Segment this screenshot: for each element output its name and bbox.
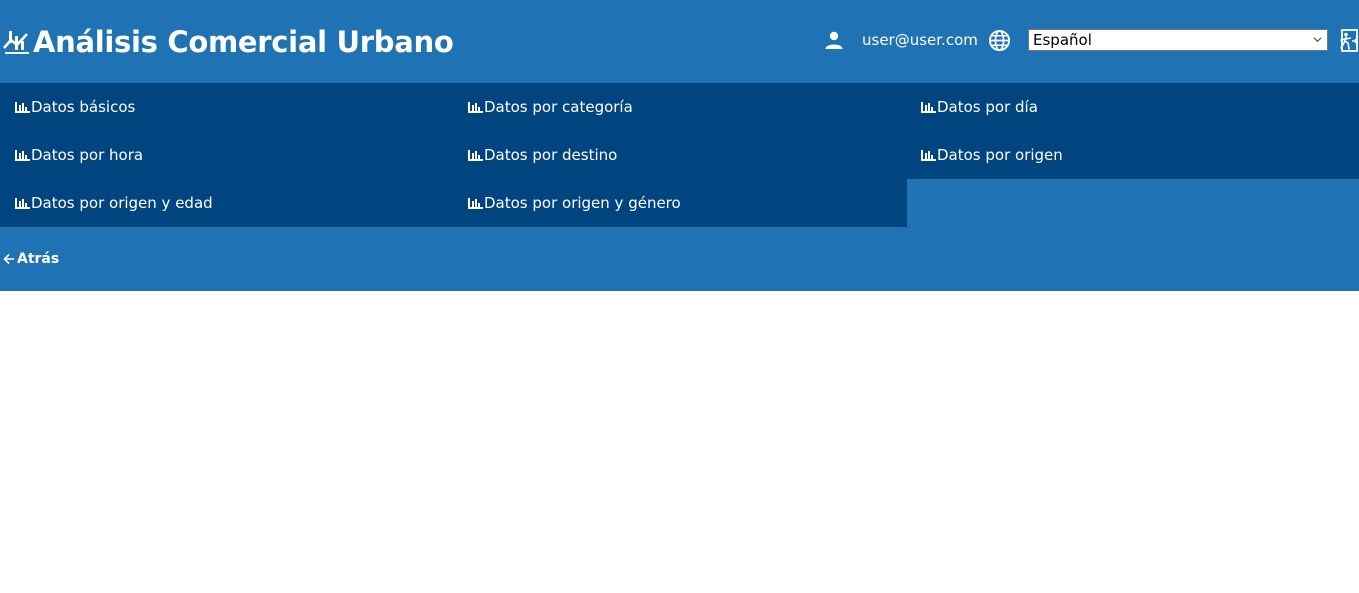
app-title: Análisis Comercial Urbano [33, 25, 454, 59]
bar-chart-icon [15, 198, 30, 209]
menu-item-label: Datos por origen y edad [31, 194, 213, 212]
top-header: Análisis Comercial Urbano user@user.com … [0, 0, 1359, 83]
menu-item-datos-por-origen-y-genero[interactable]: Datos por origen y género [453, 179, 907, 227]
menu-item-label: Datos por hora [31, 146, 144, 164]
menu-grid: Datos básicos Datos por categoría Datos … [0, 83, 1359, 227]
chevron-down-icon [1313, 37, 1322, 43]
language-select[interactable]: Español [1028, 29, 1328, 51]
bar-chart-icon [468, 150, 483, 161]
back-label: Atrás [17, 251, 60, 267]
content-area [0, 291, 1359, 593]
menu-item-label: Datos por destino [484, 146, 618, 164]
menu-item-label: Datos por origen y género [484, 194, 681, 212]
menu-item-label: Datos por origen [937, 146, 1063, 164]
menu-item-datos-por-categoria[interactable]: Datos por categoría [453, 83, 906, 131]
globe-icon [988, 29, 1011, 52]
bar-chart-icon [921, 102, 936, 113]
back-link[interactable]: Atrás [3, 251, 59, 267]
analytics-icon [3, 31, 29, 54]
menu-item-label: Datos por día [937, 98, 1038, 116]
arrow-left-icon [3, 253, 14, 265]
menu-item-label: Datos básicos [31, 98, 136, 116]
menu-item-datos-por-dia[interactable]: Datos por día [906, 83, 1359, 131]
menu-item-label: Datos por categoría [484, 98, 633, 116]
bar-chart-icon [468, 102, 483, 113]
menu-item-datos-por-origen-y-edad[interactable]: Datos por origen y edad [0, 179, 453, 227]
back-bar: Atrás [0, 227, 1359, 291]
exit-icon[interactable] [1338, 29, 1359, 52]
language-select-value: Español [1033, 31, 1092, 49]
menu-item-datos-por-hora[interactable]: Datos por hora [0, 131, 453, 179]
menu-item-datos-por-origen[interactable]: Datos por origen [906, 131, 1359, 179]
user-icon [825, 31, 843, 49]
user-email: user@user.com [862, 31, 978, 49]
menu-item-datos-basicos[interactable]: Datos básicos [0, 83, 453, 131]
menu-item-datos-por-destino[interactable]: Datos por destino [453, 131, 906, 179]
bar-chart-icon [15, 150, 30, 161]
bar-chart-icon [468, 198, 483, 209]
bar-chart-icon [15, 102, 30, 113]
bar-chart-icon [921, 150, 936, 161]
brand[interactable]: Análisis Comercial Urbano [3, 22, 454, 62]
